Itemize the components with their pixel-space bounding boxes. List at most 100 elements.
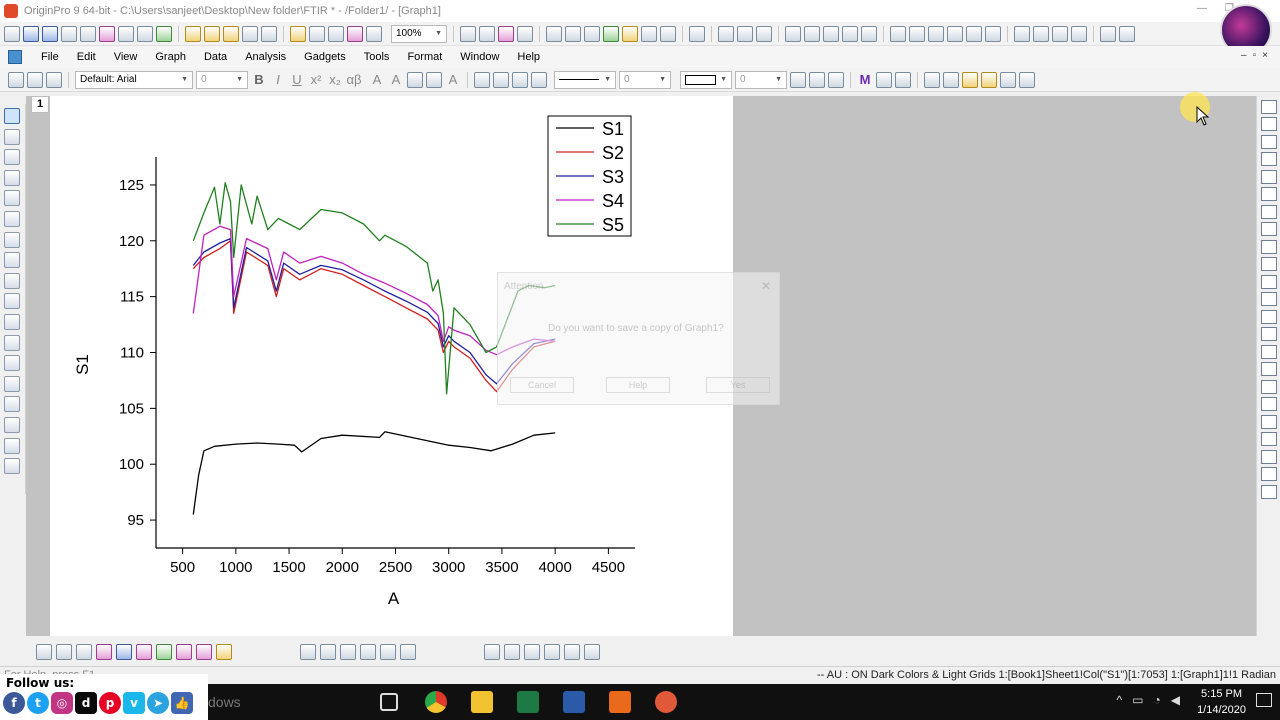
axis-left-icon[interactable] [1261, 187, 1277, 201]
save-template-icon[interactable] [261, 25, 277, 42]
symbol-color-icon[interactable] [531, 71, 547, 88]
disregard-icon[interactable] [1119, 25, 1135, 42]
new-layout-icon[interactable] [99, 25, 115, 42]
layout-h-icon[interactable] [1261, 484, 1277, 499]
open-excel-icon[interactable] [223, 25, 239, 42]
column-plot-icon[interactable] [909, 25, 925, 42]
data-reader-icon[interactable] [4, 169, 20, 186]
bookmark-tool-icon[interactable] [4, 458, 20, 475]
taskbar-search-text[interactable]: dows [208, 694, 241, 710]
axis-right-icon[interactable] [1261, 222, 1277, 236]
border-style-select[interactable]: ▼ [680, 70, 732, 89]
line-symbol-icon[interactable] [76, 644, 92, 660]
results-log-icon[interactable] [517, 25, 533, 42]
menu-edit[interactable]: Edit [68, 51, 105, 63]
font-size-select[interactable]: 0 ▼ [196, 70, 248, 89]
matrix-b-icon[interactable] [504, 644, 520, 660]
fill-color-icon[interactable] [474, 71, 490, 88]
import-multiple-icon[interactable] [328, 25, 344, 42]
border-width-select[interactable]: 0 ▼ [735, 70, 787, 89]
apps-icon[interactable] [660, 25, 676, 42]
new-function-icon[interactable] [118, 25, 134, 42]
layer-add-icon[interactable] [1261, 117, 1277, 131]
hand-tool-icon[interactable] [4, 375, 20, 392]
recalculate-icon[interactable] [347, 25, 363, 42]
set-column-values-icon[interactable] [785, 25, 801, 42]
oval-tool-icon[interactable] [4, 355, 20, 372]
3d-scatter-icon[interactable] [360, 644, 376, 660]
pointer-tool-icon[interactable] [4, 108, 20, 124]
pattern-icon[interactable] [493, 71, 509, 88]
layer-icon[interactable] [1000, 71, 1016, 88]
dialog-close-icon[interactable]: ✕ [761, 279, 771, 293]
messages-log-icon[interactable] [622, 25, 638, 42]
menu-window[interactable]: Window [451, 51, 508, 63]
error-bar-icon[interactable] [136, 644, 152, 660]
set-error-icon[interactable] [1071, 25, 1087, 42]
layout-b-icon[interactable] [1261, 379, 1277, 394]
notifications-icon[interactable] [1256, 693, 1272, 707]
menu-file[interactable]: File [32, 51, 68, 63]
contour-icon[interactable] [380, 644, 396, 660]
filter-icon[interactable] [947, 25, 963, 42]
hi-lo-icon[interactable] [196, 644, 212, 660]
zoom-in-tool-icon[interactable] [4, 128, 20, 145]
lock-icon[interactable] [924, 71, 940, 88]
layout-c-icon[interactable] [1261, 397, 1277, 411]
line-tool-icon[interactable] [4, 334, 20, 351]
arrow-tool-icon[interactable] [4, 313, 20, 330]
merge-icon[interactable] [1261, 169, 1277, 184]
align-center-icon[interactable] [426, 71, 442, 88]
open-icon[interactable] [185, 25, 201, 42]
font-name-select[interactable]: Default: Arial ▼ [75, 70, 193, 89]
gadget-tool-icon[interactable] [4, 437, 20, 454]
dailymotion-icon[interactable]: d [75, 692, 97, 714]
new-notes-icon[interactable] [80, 25, 96, 42]
back-icon[interactable] [981, 71, 997, 88]
paste-icon[interactable] [46, 71, 62, 88]
task-view-icon[interactable] [380, 693, 398, 711]
telegram-icon[interactable]: ➤ [147, 692, 169, 714]
sort-icon[interactable] [756, 25, 772, 42]
3d-bar-icon[interactable] [340, 644, 356, 660]
chrome-icon[interactable] [425, 691, 447, 713]
statistics-icon[interactable] [718, 25, 734, 42]
new-matrix-icon[interactable] [42, 25, 58, 42]
layout-g-icon[interactable] [1261, 467, 1277, 481]
facebook-icon[interactable]: f [3, 692, 25, 714]
screen-reader-icon[interactable] [4, 190, 20, 207]
region-tool-icon[interactable] [4, 416, 20, 433]
template-icon[interactable] [216, 644, 232, 660]
copy-page-icon[interactable] [498, 25, 514, 42]
bold-icon[interactable]: B [251, 72, 267, 87]
3d-surface-icon[interactable] [300, 644, 316, 660]
import-icon[interactable] [290, 25, 306, 42]
refresh-icon[interactable] [479, 25, 495, 42]
axis-bottom-icon[interactable] [1261, 239, 1277, 254]
vimeo-icon[interactable]: v [123, 692, 145, 714]
layout-d-icon[interactable] [1261, 414, 1277, 429]
pinterest-icon[interactable]: p [99, 692, 121, 714]
increase-font-icon[interactable]: A [369, 72, 385, 87]
object-manager-icon[interactable] [603, 25, 619, 42]
open-template-icon[interactable] [204, 25, 220, 42]
menu-format[interactable]: Format [398, 51, 451, 63]
file-explorer-icon[interactable] [471, 691, 493, 713]
column-stats-icon[interactable] [861, 25, 877, 42]
image-plot-icon[interactable] [400, 644, 416, 660]
matrix-f-icon[interactable] [584, 644, 600, 660]
border-icon[interactable] [809, 71, 825, 88]
graph-window-icon[interactable] [8, 50, 22, 64]
table-insert-icon[interactable] [1261, 344, 1277, 359]
regional-mask-icon[interactable] [4, 231, 20, 248]
rescale-icon[interactable] [1261, 99, 1277, 114]
network-icon[interactable]: ◔ [1154, 693, 1161, 707]
set-x-icon[interactable] [1014, 25, 1030, 42]
font-color-icon[interactable]: A [445, 72, 461, 87]
taskbar-clock[interactable]: 5:15 PM 1/14/2020 [1197, 686, 1246, 718]
new-graph-icon[interactable] [61, 25, 77, 42]
line-graph-icon[interactable] [36, 644, 52, 660]
fit-linear-icon[interactable] [737, 25, 753, 42]
menu-tools[interactable]: Tools [355, 51, 399, 63]
group-icon[interactable] [943, 71, 959, 88]
